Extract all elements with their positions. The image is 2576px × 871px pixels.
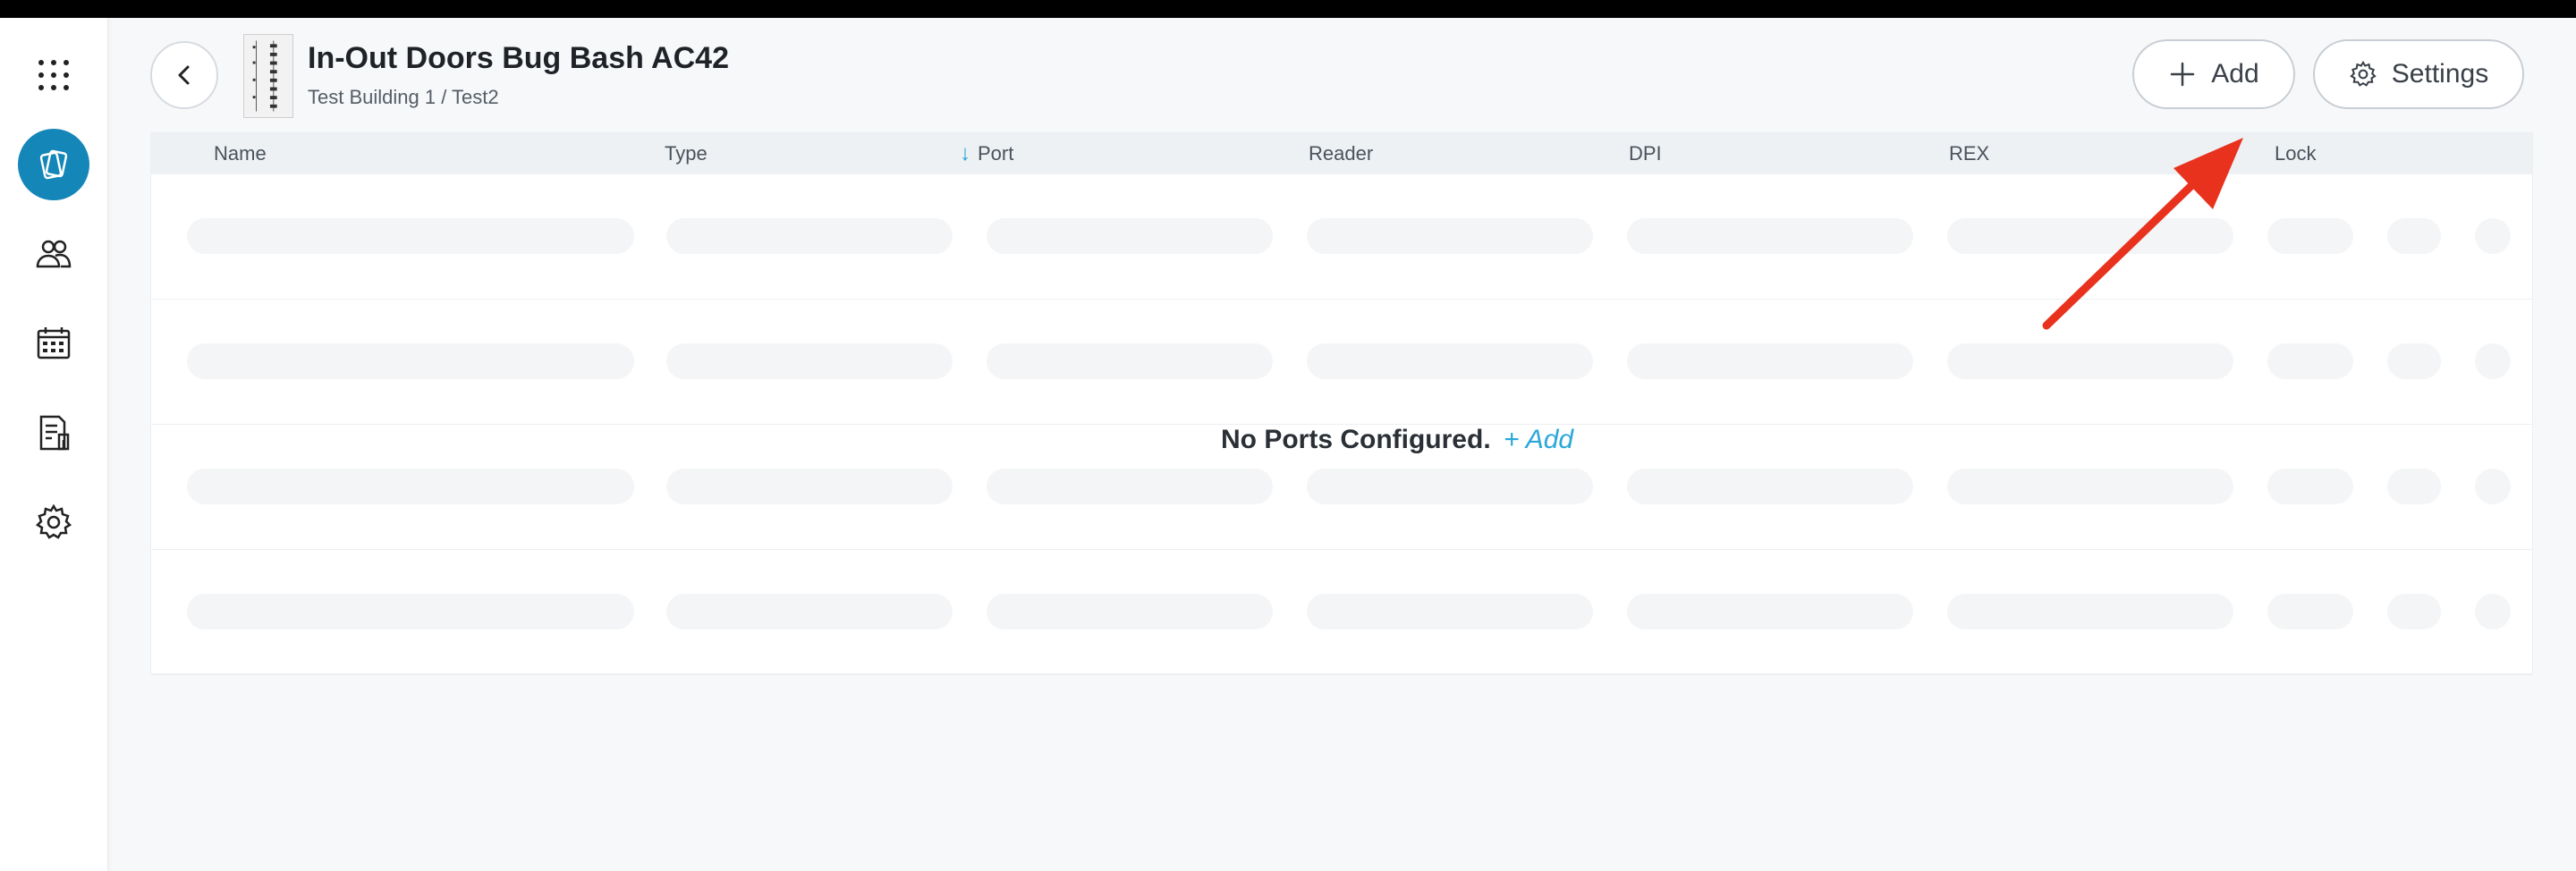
skeleton-placeholder	[1307, 594, 1593, 630]
users-icon[interactable]	[18, 218, 89, 290]
table-row	[151, 550, 2532, 675]
apps-grid-icon[interactable]	[18, 39, 89, 111]
empty-state-text: No Ports Configured.	[1221, 425, 1491, 454]
skeleton-placeholder	[1307, 469, 1593, 504]
empty-state-add-link[interactable]: + Add	[1504, 425, 1573, 454]
column-header-type[interactable]: Type	[665, 133, 708, 174]
skeleton-placeholder	[2387, 469, 2441, 504]
back-button[interactable]	[150, 41, 218, 109]
skeleton-placeholder	[2387, 343, 2441, 379]
skeleton-placeholder	[1307, 343, 1593, 379]
chevron-left-icon	[178, 65, 190, 85]
main-content: In-Out Doors Bug Bash AC42 Test Building…	[107, 18, 2576, 871]
empty-state-message: No Ports Configured. + Add	[1221, 425, 1573, 455]
skeleton-placeholder	[2267, 594, 2353, 630]
skeleton-placeholder	[987, 594, 1273, 630]
skeleton-placeholder	[1947, 343, 2233, 379]
settings-gear-icon[interactable]	[18, 486, 89, 558]
skeleton-placeholder	[187, 218, 634, 254]
skeleton-placeholder	[2387, 594, 2441, 630]
skeleton-placeholder	[1947, 218, 2233, 254]
skeleton-placeholder	[2267, 469, 2353, 504]
skeleton-placeholder	[1627, 218, 1913, 254]
skeleton-placeholder	[1627, 469, 1913, 504]
table-row	[151, 174, 2532, 300]
settings-button[interactable]: Settings	[2313, 39, 2524, 109]
gear-icon	[2350, 60, 2377, 87]
skeleton-placeholder	[987, 218, 1273, 254]
column-header-rex[interactable]: REX	[1949, 133, 1989, 174]
calendar-icon[interactable]	[18, 308, 89, 379]
skeleton-placeholder	[666, 218, 953, 254]
sort-descending-icon: ↓	[960, 141, 970, 165]
sidebar	[0, 18, 108, 871]
ports-table: Name Type ↓ Port Reader DPI REX Lock No P…	[150, 132, 2533, 675]
skeleton-placeholder	[1307, 218, 1593, 254]
breadcrumb: Test Building 1 / Test2	[308, 86, 499, 108]
page-title: In-Out Doors Bug Bash AC42	[308, 41, 729, 75]
skeleton-placeholder	[1947, 594, 2233, 630]
skeleton-placeholder	[2267, 218, 2353, 254]
plus-icon	[2171, 62, 2195, 87]
skeleton-placeholder	[1627, 343, 1913, 379]
column-header-reader[interactable]: Reader	[1309, 133, 1373, 174]
table-header: Name Type ↓ Port Reader DPI REX Lock	[151, 133, 2532, 174]
skeleton-placeholder	[187, 469, 634, 504]
column-header-port-label: Port	[978, 142, 1014, 165]
skeleton-placeholder	[1947, 469, 2233, 504]
skeleton-placeholder	[2387, 218, 2441, 254]
column-header-lock[interactable]: Lock	[2275, 133, 2316, 174]
skeleton-placeholder	[2475, 343, 2511, 379]
skeleton-placeholder	[187, 594, 634, 630]
skeleton-placeholder	[2475, 469, 2511, 504]
settings-button-label: Settings	[2391, 59, 2489, 89]
column-header-name[interactable]: Name	[214, 133, 267, 174]
skeleton-placeholder	[187, 343, 634, 379]
column-header-port[interactable]: ↓ Port	[960, 133, 1013, 174]
skeleton-placeholder	[1627, 594, 1913, 630]
skeleton-placeholder	[987, 343, 1273, 379]
skeleton-placeholder	[2267, 343, 2353, 379]
add-button-label: Add	[2211, 59, 2259, 89]
reports-icon[interactable]	[18, 397, 89, 469]
skeleton-placeholder	[987, 469, 1273, 504]
device-thumbnail	[243, 34, 293, 118]
add-button[interactable]: Add	[2132, 39, 2295, 109]
skeleton-placeholder	[2475, 218, 2511, 254]
window-top-bar	[0, 0, 2576, 18]
access-cards-icon[interactable]	[18, 129, 89, 200]
column-header-dpi[interactable]: DPI	[1629, 133, 1662, 174]
skeleton-placeholder	[666, 594, 953, 630]
skeleton-placeholder	[2475, 594, 2511, 630]
skeleton-placeholder	[666, 343, 953, 379]
table-row	[151, 300, 2532, 425]
skeleton-placeholder	[666, 469, 953, 504]
